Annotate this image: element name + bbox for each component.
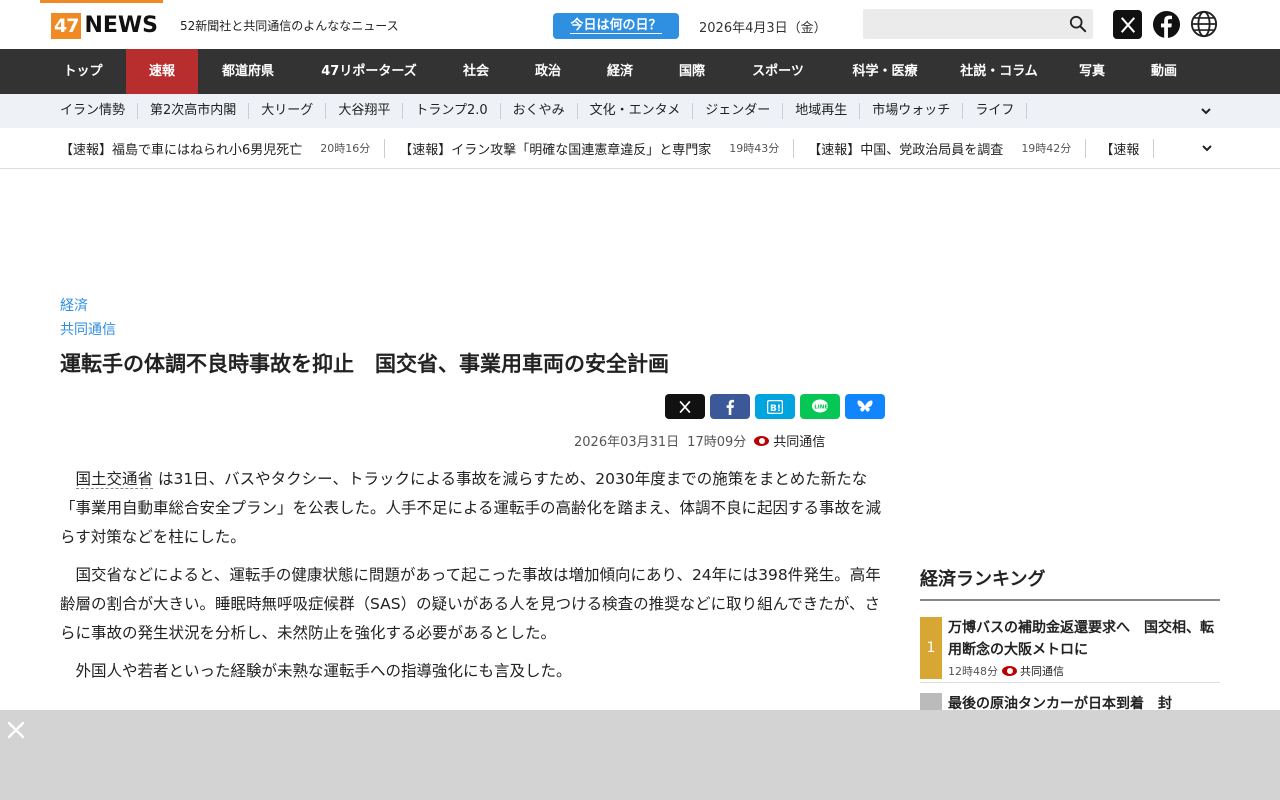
article-time: 17時09分 — [687, 435, 747, 450]
current-date: 2026年4月3日（金） — [699, 21, 827, 36]
bottom-ad-overlay — [0, 710, 1280, 800]
nav-item[interactable]: 社説・コラム — [942, 49, 1056, 94]
chevron-down-icon[interactable] — [1200, 141, 1214, 155]
site-tagline: 52新聞社と共同通信のよんななニュース — [180, 19, 399, 33]
sub-nav-item[interactable]: 大谷翔平 — [326, 103, 404, 119]
sub-nav-item[interactable]: トランプ2.0 — [403, 103, 501, 119]
sub-nav-item[interactable]: 大リーグ — [249, 103, 327, 119]
sub-nav-item[interactable]: ジェンダー — [693, 103, 784, 119]
sub-nav-items: イラン情勢 第2次高市内閣 大リーグ 大谷翔平 トランプ2.0 おくやみ 文化・エンタメ ジェ… — [48, 94, 1028, 128]
search-input[interactable] — [863, 9, 1093, 39]
kyodo-logo-icon — [1002, 666, 1017, 676]
rank-item-meta: 12時48分 共同通信 — [948, 663, 1064, 679]
breaking-news-text: 【速報 — [1100, 142, 1140, 158]
share-hatena-button[interactable]: B! — [755, 394, 795, 419]
article-source-link[interactable]: 共同通信 — [60, 319, 116, 339]
article-paragraph: 国交省などによると、運転手の健康状態に問題があって起こった事故は増加傾向にあり、… — [60, 566, 881, 642]
share-line-button[interactable]: LINE — [800, 394, 840, 419]
svg-text:B!: B! — [770, 404, 781, 414]
sub-nav-item[interactable]: 地域再生 — [783, 103, 861, 119]
logo-accent-bar — [40, 0, 163, 3]
nav-item[interactable]: スポーツ — [728, 49, 828, 94]
nav-item[interactable]: 社会 — [440, 49, 512, 94]
search-icon[interactable] — [1069, 15, 1087, 33]
nav-item[interactable]: 写真 — [1056, 49, 1128, 94]
nav-item[interactable]: 速報 — [126, 49, 198, 94]
article-date: 2026年03月31日 — [574, 435, 680, 450]
sub-nav-item[interactable]: おくやみ — [501, 103, 578, 119]
nav-item[interactable]: 47リポーターズ — [298, 49, 440, 94]
mlit-link[interactable]: 国土交通省 — [75, 470, 154, 489]
site-header: 47 NEWS 52新聞社と共同通信のよんななニュース 今日は何の日？ 2026… — [0, 0, 1280, 49]
nav-item[interactable]: 経済 — [584, 49, 656, 94]
share-facebook-button[interactable] — [710, 394, 750, 419]
breaking-news-time: 19時42分 — [1021, 142, 1072, 155]
sub-nav-item[interactable]: イラン情勢 — [48, 103, 139, 119]
sub-nav-item[interactable]: 文化・エンタメ — [578, 103, 694, 119]
kyodo-logo-icon — [754, 435, 770, 446]
chevron-down-icon[interactable] — [1199, 104, 1213, 118]
rank-item-source: 共同通信 — [1020, 665, 1064, 678]
close-icon[interactable] — [6, 720, 26, 740]
breaking-news-track: 【速報】福島で車にはねられ小6男児死亡 20時16分 【速報】イラン攻撃「明確な国連… — [60, 128, 1196, 168]
article-source: 共同通信 — [773, 435, 826, 450]
breaking-news-time: 19時43分 — [729, 142, 780, 155]
share-buttons: B! LINE — [665, 394, 890, 419]
article-meta: 2026年03月31日 17時09分 共同通信 — [574, 431, 825, 450]
ranking-item[interactable]: 1 万博バスの補助金返還要求へ 国交相、転用断念の大阪メトロに 12時48分 共… — [920, 617, 1220, 683]
article-title: 運転手の体調不良時事故を抑止 国交省、事業用車両の安全計画 — [60, 352, 669, 376]
article-body: 国土交通省 は31日、バスやタクシー、トラックによる事故を減らすため、2030年… — [60, 465, 886, 695]
nav-item[interactable]: 政治 — [512, 49, 584, 94]
sub-nav: イラン情勢 第2次高市内閣 大リーグ 大谷翔平 トランプ2.0 おくやみ 文化・エンタメ ジェ… — [0, 94, 1280, 128]
rank-item-title[interactable]: 万博バスの補助金返還要求へ 国交相、転用断念の大阪メトロに — [948, 617, 1220, 661]
ranking-title: 経済ランキング — [920, 569, 1046, 590]
share-x-button[interactable] — [665, 394, 705, 419]
rank-item-time: 12時48分 — [948, 665, 998, 678]
nav-item[interactable]: 科学・医療 — [828, 49, 942, 94]
breaking-news-text: 【速報】福島で車にはねられ小6男児死亡 — [60, 142, 303, 158]
logo-number: 47 — [51, 13, 82, 39]
article-paragraph: 国土交通省 は31日、バスやタクシー、トラックによる事故を減らすため、2030年… — [60, 470, 882, 546]
sub-nav-item[interactable]: ライフ — [963, 103, 1028, 119]
breaking-news-text: 【速報】イラン攻撃「明確な国連憲章違反」と専門家 — [399, 142, 712, 158]
sub-nav-item[interactable]: 第2次高市内閣 — [138, 103, 250, 119]
globe-icon[interactable] — [1190, 10, 1218, 38]
article-paragraph: 外国人や若者といった経験が未熟な運転手への指導強化にも言及した。 — [75, 662, 572, 680]
main-nav: トップ 速報 都道府県 47リポーターズ 社会 政治 経済 国際 スポーツ 科学・医療 社説・コラム… — [0, 49, 1280, 94]
share-bluesky-button[interactable] — [845, 394, 885, 419]
svg-text:LINE: LINE — [814, 404, 828, 410]
breaking-news-time: 20時16分 — [320, 142, 371, 155]
nav-item[interactable]: トップ — [40, 49, 126, 94]
breaking-news-ticker: 【速報】福島で車にはねられ小6男児死亡 20時16分 【速報】イラン攻撃「明確な国連… — [0, 128, 1280, 169]
facebook-icon[interactable] — [1152, 10, 1181, 39]
site-logo[interactable]: 47 NEWS — [51, 13, 158, 39]
breaking-news-item[interactable]: 【速報】福島で車にはねられ小6男児死亡 20時16分 — [60, 138, 386, 158]
article-category[interactable]: 経済 — [60, 295, 88, 315]
today-button[interactable]: 今日は何の日？ — [553, 13, 679, 39]
logo-text: NEWS — [84, 13, 159, 38]
nav-item[interactable]: 都道府県 — [198, 49, 298, 94]
nav-item[interactable]: 動画 — [1128, 49, 1200, 94]
breaking-news-item[interactable]: 【速報 — [1100, 138, 1155, 158]
nav-item[interactable]: 国際 — [656, 49, 728, 94]
breaking-news-item[interactable]: 【速報】イラン攻撃「明確な国連憲章違反」と専門家 19時43分 — [399, 138, 795, 158]
breaking-news-item[interactable]: 【速報】中国、党政治局員を調査 19時42分 — [808, 138, 1087, 158]
breaking-news-text: 【速報】中国、党政治局員を調査 — [808, 142, 1004, 158]
ranking-divider — [920, 599, 1220, 601]
rank-number: 1 — [920, 617, 942, 679]
sub-nav-item[interactable]: 市場ウォッチ — [860, 103, 964, 119]
x-social-icon[interactable] — [1113, 10, 1142, 39]
